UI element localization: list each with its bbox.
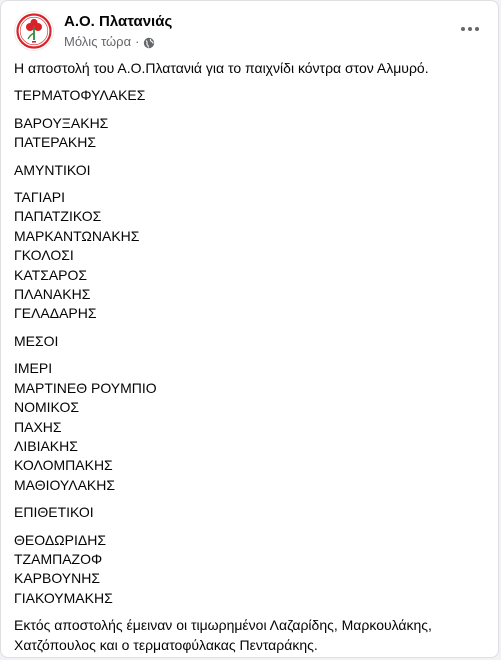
player-name: ΓΚΟΛΟΣΙ [14, 247, 74, 264]
player-name: ΚΑΡΒΟΥΝΗΣ [14, 570, 101, 587]
page-name-link[interactable]: Α.Ο. Πλατανιάς [64, 12, 172, 31]
player-list-forwards: ΘΕΟΔΩΡΙΔΗΣ ΤΖΑΜΠΑΖΟΦ ΚΑΡΒΟΥΝΗΣ ΓΙΑΚΟΥΜΑΚ… [14, 531, 486, 609]
player-name: ΤΑΓΙΑΡΙ [14, 189, 66, 206]
more-options-button[interactable] [456, 15, 484, 43]
post-meta: Μόλις τώρα · [64, 33, 155, 50]
player-name: ΛΙΒΙΑΚΗΣ [14, 437, 78, 454]
group-title-midfielders: ΜΕΣΟΙ [14, 332, 59, 349]
player-name: ΒΑΡΟΥΞΑΚΗΣ [14, 114, 109, 131]
meta-separator: · [135, 34, 140, 49]
player-name: ΝΟΜΙΚΟΣ [14, 399, 80, 416]
post-message: Η αποστολή του Α.Ο.Πλατανιά για το παιχν… [14, 59, 486, 657]
player-name: ΠΑΧΗΣ [14, 418, 62, 435]
group-title-defenders: ΑΜΥΝΤΙΚΟΙ [14, 161, 91, 178]
group-title-forwards: ΕΠΙΘΕΤΙΚΟΙ [14, 504, 94, 521]
post-timestamp[interactable]: Μόλις τώρα [64, 33, 131, 50]
post-outro: Εκτός αποστολής έμειναν οι τιμωρημένοι Λ… [14, 617, 432, 653]
more-horizontal-icon [461, 27, 479, 31]
player-name: ΤΖΑΜΠΑΖΟΦ [14, 550, 103, 567]
player-name: ΜΑΡΚΑΝΤΩΝΑΚΗΣ [14, 227, 140, 244]
club-logo-icon [15, 12, 53, 50]
player-list-midfielders: ΙΜΕΡΙ ΜΑΡΤΙΝΕΘ ΡΟΥΜΠΙΟ ΝΟΜΙΚΟΣ ΠΑΧΗΣ ΛΙΒ… [14, 359, 486, 495]
page-avatar[interactable] [14, 11, 54, 51]
player-name: ΠΛΑΝΑΚΗΣ [14, 286, 91, 303]
post-intro: Η αποστολή του Α.Ο.Πλατανιά για το παιχν… [14, 60, 429, 76]
player-name: ΓΙΑΚΟΥΜΑΚΗΣ [14, 589, 113, 606]
player-name: ΘΕΟΔΩΡΙΔΗΣ [14, 531, 106, 548]
player-name: ΠΑΤΕΡΑΚΗΣ [14, 134, 97, 151]
player-list-goalkeepers: ΒΑΡΟΥΞΑΚΗΣ ΠΑΤΕΡΑΚΗΣ [14, 114, 486, 153]
group-title-goalkeepers: ΤΕΡΜΑΤΟΦΥΛΑΚΕΣ [14, 87, 146, 104]
globe-icon[interactable] [143, 36, 155, 48]
player-name: ΓΕΛΑΔΑΡΗΣ [14, 305, 97, 322]
player-name: ΠΑΠΑΤΖΙΚΟΣ [14, 208, 102, 225]
player-name: ΜΑΡΤΙΝΕΘ ΡΟΥΜΠΙΟ [14, 379, 157, 396]
player-name: ΙΜΕΡΙ [14, 360, 53, 377]
facebook-post-card: Α.Ο. Πλατανιάς Μόλις τώρα · Η αποστολή τ… [0, 0, 499, 658]
post-header: Α.Ο. Πλατανιάς Μόλις τώρα · [14, 11, 488, 55]
player-name: ΜΑΘΙΟΥΛΑΚΗΣ [14, 476, 116, 493]
player-list-defenders: ΤΑΓΙΑΡΙ ΠΑΠΑΤΖΙΚΟΣ ΜΑΡΚΑΝΤΩΝΑΚΗΣ ΓΚΟΛΟΣΙ… [14, 188, 486, 324]
player-name: ΚΟΛΟΜΠΑΚΗΣ [14, 457, 113, 474]
player-name: ΚΑΤΣΑΡΟΣ [14, 266, 88, 283]
